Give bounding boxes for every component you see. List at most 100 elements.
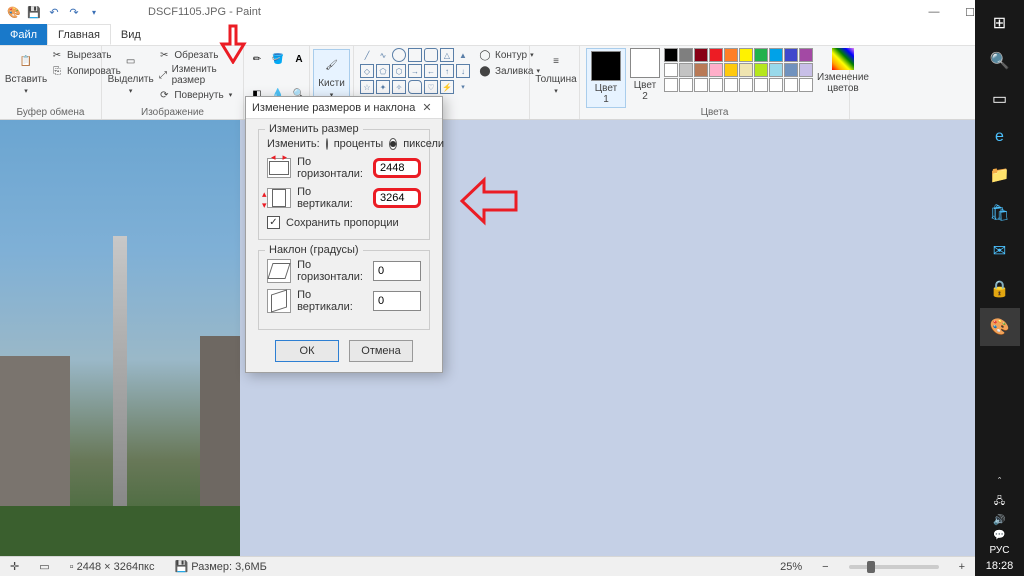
color-swatch[interactable] [694,48,708,62]
zoom-out-button[interactable]: − [822,561,828,573]
paste-button[interactable]: 📋 Вставить ▾ [6,48,46,97]
store-icon[interactable]: 🛍 [980,194,1020,232]
zoom-slider[interactable] [849,565,939,569]
color-swatch[interactable] [799,63,813,77]
vertical-label: По вертикали: [297,186,367,210]
notifications-icon[interactable]: 💬 [993,530,1005,541]
group-colors-label: Цвета [580,107,849,118]
resize-icon: ⤢ [157,68,168,82]
color-swatch[interactable] [694,78,708,92]
image-canvas[interactable] [0,120,240,556]
color1-button[interactable]: Цвет 1 [586,48,626,108]
color-swatch[interactable] [709,48,723,62]
color-swatch[interactable] [739,48,753,62]
network-icon[interactable]: 🖧 [994,494,1005,511]
resize-button[interactable]: ⤢Изменить размер [157,64,237,86]
task-view-icon[interactable]: ▭ [980,80,1020,118]
rotate-button[interactable]: ⟳Повернуть▾ [157,88,237,102]
tab-home[interactable]: Главная [47,24,111,45]
color-swatch[interactable] [769,48,783,62]
horizontal-input[interactable] [373,158,421,178]
color-palette[interactable] [664,48,813,92]
color-swatch[interactable] [799,78,813,92]
skew-fieldset: Наклон (градусы) По горизонтали: По верт… [258,250,430,330]
vertical-input[interactable] [373,188,421,208]
color2-button[interactable]: Цвет 2 [630,48,660,102]
copy-icon: ⎘ [50,64,64,78]
color-swatch[interactable] [784,63,798,77]
skew-h-input[interactable] [373,261,421,281]
color-swatch[interactable] [754,48,768,62]
color-swatch[interactable] [739,63,753,77]
cancel-button[interactable]: Отмена [349,340,413,362]
clock[interactable]: 18:28 [986,556,1014,576]
color-swatch[interactable] [724,48,738,62]
volume-icon[interactable]: 🔊 [993,515,1005,526]
radio-pixels[interactable] [389,138,397,150]
pencil-icon[interactable]: ✏ [250,52,264,66]
system-tray[interactable]: ＾ 🖧 🔊 💬 [993,471,1005,545]
tray-expand-icon[interactable]: ＾ [994,475,1004,490]
color-swatch[interactable] [664,63,678,77]
edit-colors-button[interactable]: Изменение цветов [817,48,869,94]
skew-h-icon [267,259,291,283]
explorer-icon[interactable]: 📁 [980,156,1020,194]
color-swatch[interactable] [739,78,753,92]
text-icon[interactable]: A [292,52,306,66]
ok-button[interactable]: ОК [275,340,339,362]
tab-view[interactable]: Вид [111,24,151,45]
dialog-titlebar[interactable]: Изменение размеров и наклона ✕ [246,97,442,119]
minimize-button[interactable]: — [916,0,952,24]
edit-colors-icon [832,48,854,70]
qat-dropdown-icon[interactable]: ▾ [86,4,102,20]
color-swatch[interactable] [754,78,768,92]
select-button[interactable]: ▭ Выделить ▾ [108,48,153,97]
skew-h-label: По горизонтали: [297,259,367,283]
outlook-icon[interactable]: ✉ [980,232,1020,270]
status-dimensions: ▫ 2448 × 3264пкс [70,561,155,573]
size-button[interactable]: ≡ Толщина ▾ [536,48,576,97]
status-bar: ✛ ▭ ▫ 2448 × 3264пкс 💾 Размер: 3,6МБ 25%… [0,556,975,576]
undo-icon[interactable]: ↶ [46,4,62,20]
color-swatch[interactable] [709,63,723,77]
color-swatch[interactable] [679,63,693,77]
color-swatch[interactable] [724,63,738,77]
save-icon[interactable]: 💾 [26,4,42,20]
radio-percent[interactable] [326,138,328,150]
skew-legend: Наклон (градусы) [265,244,363,256]
zoom-in-button[interactable]: + [959,561,965,573]
color-swatch[interactable] [769,63,783,77]
color-swatch[interactable] [769,78,783,92]
zoom-value: 25% [780,561,802,573]
color-swatch[interactable] [679,48,693,62]
start-button[interactable]: ⊞ [980,4,1020,42]
ribbon: 📋 Вставить ▾ ✂Вырезать ⎘Копировать Буфер… [0,46,1024,120]
aspect-checkbox[interactable]: ✓ [267,216,280,229]
rotate-icon: ⟳ [157,88,171,102]
skew-v-input[interactable] [373,291,421,311]
search-icon[interactable]: 🔍 [980,42,1020,80]
language-indicator[interactable]: РУС [989,545,1009,556]
color-swatch[interactable] [799,48,813,62]
color-swatch[interactable] [724,78,738,92]
color-swatch[interactable] [664,48,678,62]
fill-icon[interactable]: 🪣 [271,52,285,66]
color-swatch[interactable] [694,63,708,77]
paint-taskbar-icon[interactable]: 🎨 [980,308,1020,346]
edge-icon[interactable]: e [980,118,1020,156]
color-swatch[interactable] [784,78,798,92]
color-swatch[interactable] [754,63,768,77]
group-clipboard: 📋 Вставить ▾ ✂Вырезать ⎘Копировать Буфер… [0,46,102,119]
color-swatch[interactable] [679,78,693,92]
brush-icon: 🖌 [321,54,343,76]
color-swatch[interactable] [664,78,678,92]
dialog-close-button[interactable]: ✕ [418,99,436,117]
tab-file[interactable]: Файл [0,24,47,45]
shapes-gallery[interactable]: ╱∿△▲ ◇⬠⬡→←↑↓ ☆✦✧♡⚡▾ [360,48,470,94]
color-swatch[interactable] [709,78,723,92]
cursor-pos-icon: ✛ [10,560,19,573]
redo-icon[interactable]: ↷ [66,4,82,20]
color-swatch[interactable] [784,48,798,62]
lock-icon[interactable]: 🔒 [980,270,1020,308]
aspect-label: Сохранить пропорции [286,217,399,229]
